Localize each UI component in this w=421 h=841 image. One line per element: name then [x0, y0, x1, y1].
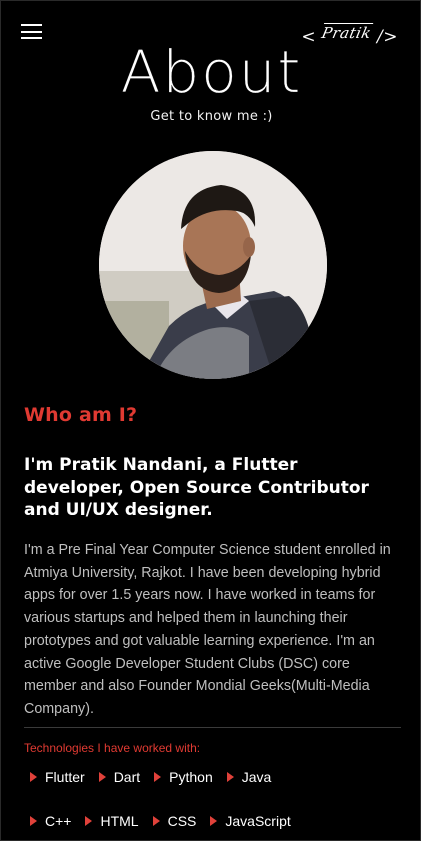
- section-heading-who-am-i: Who am I?: [24, 404, 138, 426]
- tech-item-javascript[interactable]: JavaScript: [210, 813, 291, 829]
- tech-item-dart[interactable]: Dart: [98, 769, 141, 785]
- tech-name: C++: [45, 813, 72, 829]
- triangle-bullet-icon: [210, 816, 218, 826]
- intro-statement: I'm Pratik Nandani, a Flutter developer,…: [24, 455, 369, 520]
- tech-item-python[interactable]: Python: [154, 769, 213, 785]
- tech-name: Flutter: [45, 769, 85, 785]
- tech-item-java[interactable]: Java: [226, 769, 272, 785]
- tech-name: HTML: [100, 813, 139, 829]
- bio-paragraph: I'm a Pre Final Year Computer Science st…: [24, 542, 391, 717]
- tech-name: Java: [241, 769, 272, 785]
- technologies-label: Technologies I have worked with:: [24, 741, 201, 755]
- tech-item-flutter[interactable]: Flutter: [30, 769, 85, 785]
- tech-item-html[interactable]: HTML: [85, 813, 139, 829]
- tech-name: JavaScript: [225, 813, 291, 829]
- hamburger-menu-icon[interactable]: [21, 24, 42, 39]
- about-page: < Pratik /> About Get to know me :) Who …: [0, 0, 421, 841]
- triangle-bullet-icon: [152, 816, 160, 826]
- page-subtitle: Get to know me :): [150, 109, 273, 124]
- divider: [24, 727, 401, 728]
- triangle-bullet-icon: [30, 816, 37, 826]
- triangle-bullet-icon: [30, 772, 37, 782]
- triangle-bullet-icon: [154, 772, 162, 782]
- menu-line: [21, 24, 42, 26]
- profile-photo-illustration: [99, 151, 327, 379]
- tech-item-cpp[interactable]: C++: [30, 813, 71, 829]
- page-title: About: [120, 38, 303, 106]
- triangle-bullet-icon: [98, 772, 106, 782]
- profile-photo: [99, 151, 327, 379]
- tech-name: CSS: [167, 813, 197, 829]
- tech-item-css[interactable]: CSS: [152, 813, 197, 829]
- technologies-row-2: C++ HTML CSS JavaScript: [30, 813, 305, 829]
- tech-name: Python: [169, 769, 213, 785]
- triangle-bullet-icon: [226, 772, 234, 782]
- triangle-bullet-icon: [85, 816, 93, 826]
- menu-line: [21, 30, 42, 33]
- tech-name: Dart: [113, 769, 141, 785]
- technologies-row-1: Flutter Dart Python Java: [30, 769, 285, 785]
